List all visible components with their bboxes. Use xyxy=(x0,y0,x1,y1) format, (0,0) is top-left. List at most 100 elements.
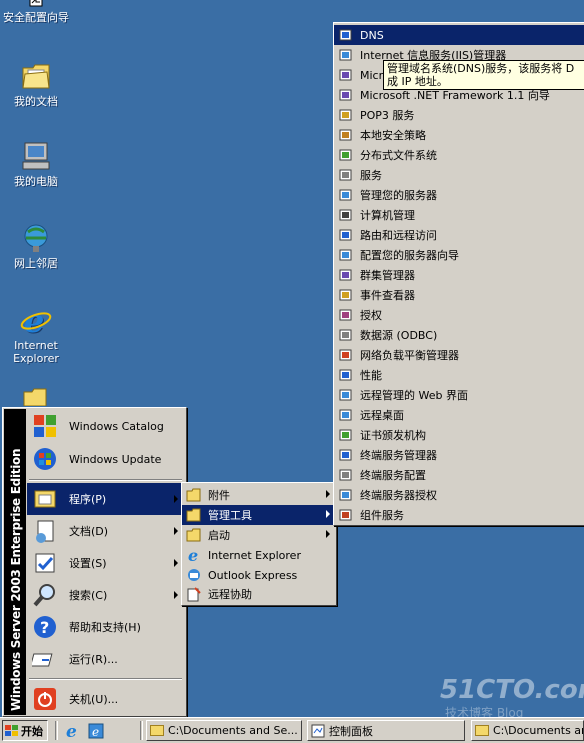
menu-item-label: 服务 xyxy=(360,169,382,182)
windows-catalog-icon xyxy=(31,412,59,440)
menu-item-label: 计算机管理 xyxy=(360,209,415,222)
component-services-icon xyxy=(338,507,354,523)
task-button-documents-1[interactable]: C:\Documents and Se... xyxy=(146,720,302,741)
search-icon xyxy=(31,581,59,609)
start-menu-separator xyxy=(29,678,182,680)
desktop-icon-network-places[interactable]: 网上邻居 xyxy=(2,222,70,270)
programs-item-startup[interactable]: 启动 xyxy=(182,525,336,545)
quick-launch-show-desktop-icon[interactable]: e xyxy=(87,722,105,740)
admin-tools-item[interactable]: 分布式文件系统 xyxy=(334,145,584,165)
quick-launch-ie-icon[interactable]: e xyxy=(64,722,82,742)
desktop-icon-internet-explorer[interactable]: e Internet Explorer xyxy=(2,302,70,365)
menu-item-label: 远程管理的 Web 界面 xyxy=(360,389,468,402)
admin-tools-item[interactable]: 远程管理的 Web 界面 xyxy=(334,385,584,405)
start-item-search[interactable]: 搜索(C) xyxy=(27,579,184,611)
admin-tools-item[interactable]: 计算机管理 xyxy=(334,205,584,225)
my-computer-icon xyxy=(20,140,52,172)
admin-tools-item[interactable]: 证书颁发机构 xyxy=(334,425,584,445)
iis-icon xyxy=(338,47,354,63)
watermark-logo: 51CTO.com xyxy=(440,675,584,705)
admin-tools-item[interactable]: DNS xyxy=(334,25,584,45)
windows-logo-icon xyxy=(5,724,19,737)
control-panel-icon xyxy=(311,724,325,738)
cluster-icon xyxy=(338,267,354,283)
programs-item-internet-explorer[interactable]: e Internet Explorer xyxy=(182,545,336,565)
my-documents-icon xyxy=(20,60,52,92)
dfs-icon xyxy=(338,147,354,163)
start-item-label: 运行(R)... xyxy=(69,653,118,666)
network-places-icon xyxy=(20,222,52,254)
manage-server-icon xyxy=(338,187,354,203)
programs-item-outlook-express[interactable]: Outlook Express xyxy=(182,565,336,585)
internet-explorer-icon: e xyxy=(20,302,52,340)
admin-tools-item[interactable]: 网络负载平衡管理器 xyxy=(334,345,584,365)
menu-item-label: Outlook Express xyxy=(208,568,298,582)
programs-item-admin-tools[interactable]: 管理工具 xyxy=(182,505,336,525)
admin-tools-item[interactable]: 服务 xyxy=(334,165,584,185)
svg-text:e: e xyxy=(92,725,99,739)
desktop-icon-folder[interactable] xyxy=(2,388,70,408)
admin-tools-item[interactable]: 终端服务器授权 xyxy=(334,485,584,505)
task-button-documents-2[interactable]: C:\Documents an xyxy=(471,720,584,741)
task-button-label: C:\Documents an xyxy=(493,724,584,737)
task-button-label: C:\Documents and Se... xyxy=(168,724,298,737)
start-item-label: Windows Update xyxy=(69,452,162,466)
start-item-programs[interactable]: 程序(P) xyxy=(27,483,184,515)
start-item-help[interactable]: ? 帮助和支持(H) xyxy=(27,611,184,643)
dotnet-icon xyxy=(338,87,354,103)
odbc-icon xyxy=(338,327,354,343)
admin-tools-item[interactable]: 本地安全策略 xyxy=(334,125,584,145)
admin-tools-item[interactable]: 配置您的服务器向导 xyxy=(334,245,584,265)
task-button-control-panel[interactable]: 控制面板 xyxy=(307,720,465,741)
menu-item-label: 授权 xyxy=(360,309,382,322)
desktop-icon-my-computer[interactable]: 我的电脑 xyxy=(2,140,70,188)
help-icon: ? xyxy=(31,613,59,641)
task-button-label: 控制面板 xyxy=(329,724,373,738)
admin-tools-item[interactable]: POP3 服务 xyxy=(334,105,584,125)
start-item-settings[interactable]: 设置(S) xyxy=(27,547,184,579)
quick-launch-divider xyxy=(55,721,58,740)
admin-tools-item[interactable]: 群集管理器 xyxy=(334,265,584,285)
start-item-label: 帮助和支持(H) xyxy=(69,621,141,634)
submenu-arrow-icon xyxy=(174,559,178,567)
start-item-shutdown[interactable]: 关机(U)... xyxy=(27,683,184,715)
menu-item-label: 组件服务 xyxy=(360,509,404,522)
menu-item-label: Internet Explorer xyxy=(208,548,301,562)
svg-text:?: ? xyxy=(40,618,49,637)
start-button[interactable]: 开始 xyxy=(2,720,48,741)
dns-icon xyxy=(338,27,354,43)
start-button-label: 开始 xyxy=(21,724,43,738)
desktop-icon-label: 我的电脑 xyxy=(14,175,58,188)
admin-tools-item[interactable]: 终端服务配置 xyxy=(334,465,584,485)
desktop-icon-security-wizard[interactable]: 安全配置向导 xyxy=(2,0,70,24)
menu-item-label: 附件 xyxy=(208,489,230,502)
menu-item-label: DNS xyxy=(360,28,384,42)
admin-tools-item[interactable]: 数据源 (ODBC) xyxy=(334,325,584,345)
submenu-arrow-icon xyxy=(326,530,330,538)
menu-item-label: 远程桌面 xyxy=(360,409,404,422)
internet-explorer-icon: e xyxy=(186,547,202,563)
outlook-express-icon xyxy=(186,567,202,583)
admin-tools-item[interactable]: 性能 xyxy=(334,365,584,385)
admin-tools-item[interactable]: 事件查看器 xyxy=(334,285,584,305)
programs-item-accessories[interactable]: 附件 xyxy=(182,485,336,505)
admin-tools-item[interactable]: 管理您的服务器 xyxy=(334,185,584,205)
desktop-icon-my-documents[interactable]: 我的文档 xyxy=(2,60,70,108)
menu-item-label: 路由和远程访问 xyxy=(360,229,437,242)
admin-tools-item[interactable]: 组件服务 xyxy=(334,505,584,525)
dotnet-icon xyxy=(338,67,354,83)
admin-tools-menu: DNS Internet 信息服务(IIS)管理器 Microsoft .NET F… xyxy=(333,22,584,526)
start-item-documents[interactable]: 文档(D) xyxy=(27,515,184,547)
start-item-run[interactable]: 运行(R)... xyxy=(27,643,184,675)
admin-tools-item[interactable]: 路由和远程访问 xyxy=(334,225,584,245)
programs-item-remote-assistance[interactable]: 远程协助 xyxy=(182,584,336,604)
menu-item-label: 分布式文件系统 xyxy=(360,149,437,162)
admin-tools-item[interactable]: 终端服务管理器 xyxy=(334,445,584,465)
admin-tools-item[interactable]: 授权 xyxy=(334,305,584,325)
admin-tools-item[interactable]: 远程桌面 xyxy=(334,405,584,425)
pop3-icon xyxy=(338,107,354,123)
menu-item-label: POP3 服务 xyxy=(360,109,415,122)
start-item-windows-update[interactable]: Windows Update xyxy=(27,443,184,475)
folder-icon xyxy=(150,725,164,736)
start-item-windows-catalog[interactable]: Windows Catalog xyxy=(27,410,184,442)
